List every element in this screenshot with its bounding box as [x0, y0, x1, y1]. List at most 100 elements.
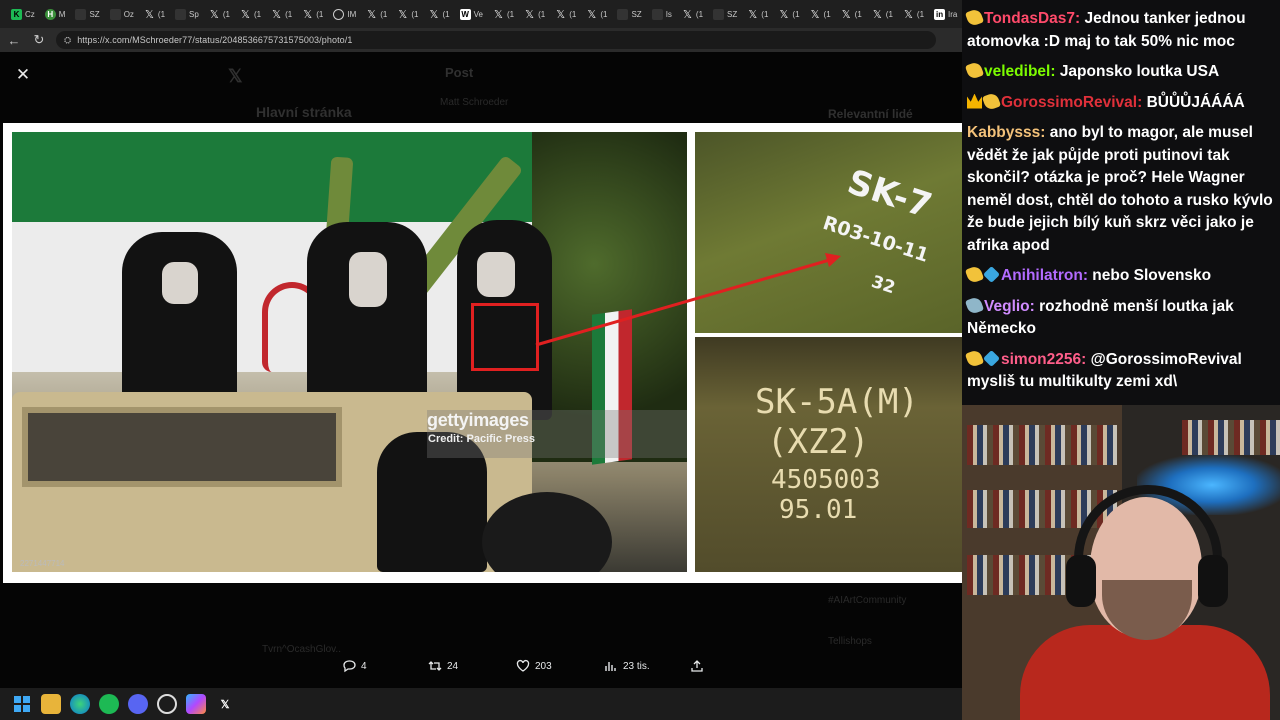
marking-line: 4505003 [771, 465, 881, 495]
tab-label: IM [347, 9, 357, 19]
browser-tab[interactable]: 𝕏 (1 [807, 4, 835, 24]
browser-tab[interactable]: 𝕏 (1 [363, 4, 391, 24]
browser-tab[interactable]: K Cz [8, 4, 39, 24]
browser-tab[interactable]: Is [649, 4, 676, 24]
marking-line: (XZ2) [767, 422, 870, 462]
chat-text: nebo Slovensko [1092, 267, 1212, 284]
browser-tab[interactable]: 𝕏 (1 [394, 4, 422, 24]
image-id: 2271447714 [20, 559, 65, 568]
tab-label: (1 [285, 9, 293, 19]
browser-tab[interactable]: 𝕏 (1 [869, 4, 897, 24]
tab-favicon-icon [651, 8, 663, 20]
browser-tab[interactable]: SZ [710, 4, 741, 24]
post-author: Matt Schroeder [440, 97, 509, 108]
site-info-icon[interactable]: ⛭ [64, 35, 71, 46]
browser-tab[interactable]: 𝕏 (1 [490, 4, 518, 24]
browser-tab[interactable]: 𝕏 (1 [775, 4, 803, 24]
reply-button[interactable]: 4 [342, 659, 367, 673]
marking-closeup-2: SK-5A(M) (XZ2) 4505003 95.01 [695, 337, 962, 572]
file-explorer-icon[interactable] [41, 694, 61, 714]
highlight-box [471, 303, 539, 371]
chat-username[interactable]: veledibel [984, 63, 1050, 80]
tab-strip: K Cz H M SZ Oz 𝕏 (1 Sp 𝕏 (1 𝕏 (1 𝕏 (1 𝕏 (1 IM 𝕏 (1 𝕏 (1 𝕏 (1 W Ve… [0, 0, 962, 28]
spotify-icon[interactable] [99, 694, 119, 714]
share-button[interactable] [690, 659, 704, 673]
browser-tab[interactable]: SZ [72, 4, 103, 24]
hand-badge-icon [964, 7, 985, 28]
hand-badge-icon [964, 264, 985, 285]
chat-username[interactable]: simon2256 [1001, 351, 1081, 368]
chat-username[interactable]: GorossimoRevival [1001, 94, 1137, 111]
browser-tab[interactable]: 𝕏 (1 [679, 4, 707, 24]
webcam-feed [962, 405, 1280, 720]
tab-favicon-icon [75, 8, 87, 20]
tab-label: (1 [569, 9, 577, 19]
tab-label: (1 [600, 9, 608, 19]
headset-earcup [1198, 555, 1228, 607]
url-field[interactable]: ⛭ https://x.com/MSchroeder77/status/2048… [56, 31, 936, 49]
browser-tab[interactable]: 𝕏 (1 [206, 4, 234, 24]
chat-message: GorossimoRevival: BŮŮŮJÁÁÁÁ [967, 91, 1274, 115]
edge-browser-icon[interactable] [70, 694, 90, 714]
x-favicon-icon: 𝕏 [209, 8, 219, 21]
face-mask [349, 252, 387, 307]
tweet-photo[interactable]: gettyimages Credit: Pacific Press 227144… [3, 123, 962, 583]
headset-earcup [1066, 555, 1096, 607]
browser-tab[interactable]: 𝕏 (1 [425, 4, 453, 24]
browser-tab[interactable]: HM [42, 4, 70, 24]
tab-favicon-icon [713, 8, 725, 20]
browser-tab[interactable]: Oz [107, 4, 138, 24]
obs-icon[interactable] [157, 694, 177, 714]
back-icon[interactable]: ← [3, 29, 25, 51]
windows-start-icon[interactable] [12, 694, 32, 714]
browser-tab[interactable]: 𝕏 (1 [838, 4, 866, 24]
copilot-icon[interactable] [186, 694, 206, 714]
browser-tab[interactable]: in Ira [931, 4, 961, 24]
tab-label: (1 [222, 9, 230, 19]
chat-username[interactable]: TondasDas7 [984, 10, 1075, 27]
browser-tab[interactable]: 𝕏 (1 [583, 4, 611, 24]
chat-text: ano byl to magor, ale musel vědět že jak… [967, 124, 1273, 254]
chat-separator: : [1050, 63, 1060, 80]
url-text[interactable]: https://x.com/MSchroeder77/status/204853… [77, 35, 352, 45]
browser-tab[interactable]: 𝕏 (1 [521, 4, 549, 24]
browser-tab[interactable]: W Ve [457, 4, 487, 24]
browser-tab[interactable]: IM [330, 4, 360, 24]
x-favicon-icon: 𝕏 [779, 8, 789, 21]
chat-username[interactable]: Kabbysss [967, 124, 1040, 141]
tab-label: (1 [916, 9, 925, 19]
share-icon [691, 660, 703, 672]
chat-username[interactable]: Anihilatron [1001, 267, 1083, 284]
browser-tab[interactable]: 𝕏 (1 [141, 4, 169, 24]
browser-tab[interactable]: 𝕏 (1 [552, 4, 580, 24]
chat-separator: : [1137, 93, 1147, 111]
tab-label: Oz [123, 9, 134, 19]
chat-username[interactable]: Veglio [984, 298, 1030, 315]
tab-label: (1 [695, 9, 704, 19]
tab-favicon-icon: H [44, 8, 56, 20]
chat-message: veledibel: Japonsko loutka USA [964, 60, 1274, 84]
browser-tab[interactable]: 𝕏 (1 [237, 4, 265, 24]
repost-button[interactable]: 24 [428, 659, 458, 673]
browser-tab[interactable]: 𝕏 (1 [299, 4, 327, 24]
browser-tab[interactable]: 𝕏 (1 [268, 4, 296, 24]
chat-message: simon2256: @GorossimoRevival mysliš tu m… [964, 348, 1274, 394]
browser-tab[interactable]: Sp [172, 4, 203, 24]
close-icon[interactable]: ✕ [12, 64, 34, 86]
x-favicon-icon: 𝕏 [556, 8, 566, 21]
discord-icon[interactable] [128, 694, 148, 714]
parade-photo: gettyimages Credit: Pacific Press 227144… [12, 132, 687, 572]
tweet-actions: 4 24 203 23 tis. [0, 659, 962, 679]
browser-tab[interactable]: 𝕏 (1 [900, 4, 928, 24]
browser-tab[interactable]: 𝕏 (1 [744, 4, 772, 24]
browser-tab[interactable]: SZ [614, 4, 645, 24]
x-app-icon[interactable]: 𝕏 [215, 694, 235, 714]
taskbar: 𝕏 [0, 688, 962, 720]
like-button[interactable]: 203 [516, 659, 552, 673]
reload-icon[interactable]: ↻ [28, 29, 50, 51]
chat-message: Veglio: rozhodně menší loutka jak Německ… [964, 295, 1274, 341]
face-mask [477, 252, 515, 297]
photo-viewer: 𝕏 Hlavní stránka Post Matt Schroeder Rel… [0, 52, 962, 688]
views-icon [605, 662, 616, 671]
views-button[interactable]: 23 tis. [604, 659, 650, 673]
